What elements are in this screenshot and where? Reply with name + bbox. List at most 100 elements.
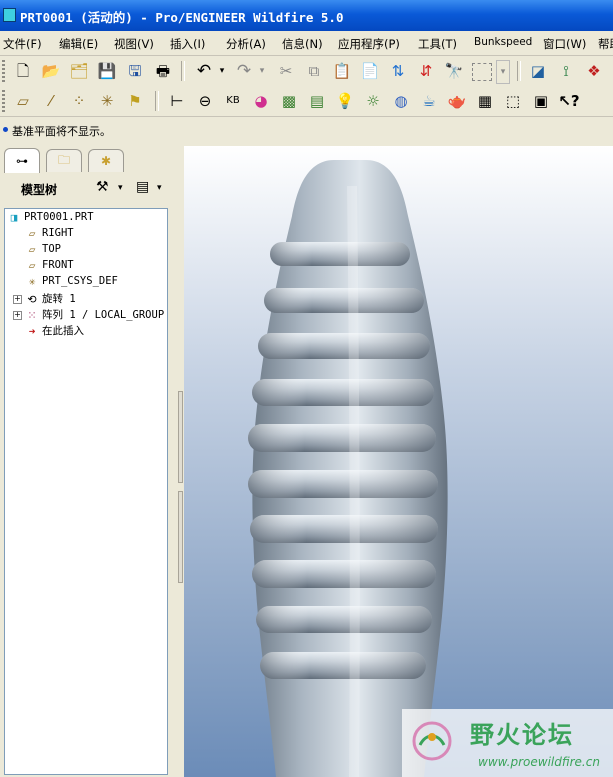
paste-special-icon[interactable]: 📄 — [359, 60, 381, 82]
repaint-icon[interactable]: ◪ — [527, 60, 549, 82]
tree-item-part[interactable]: ◨ PRT0001.PRT — [7, 211, 94, 227]
toolbar-separator — [181, 61, 185, 81]
toolbar-grip[interactable] — [2, 60, 5, 82]
tree-item-insert-here[interactable]: ➜ 在此插入 — [25, 323, 84, 339]
print-icon[interactable]: 🖶 — [152, 60, 174, 82]
undo-dropdown-icon[interactable]: ▾ — [217, 60, 227, 82]
scene-icon[interactable]: ▤ — [306, 90, 328, 112]
app-icon — [3, 8, 16, 22]
perspective-icon[interactable]: ☕ — [418, 90, 440, 112]
new-file-icon[interactable]: 🗋 — [12, 60, 34, 82]
part-icon: ◨ — [10, 211, 18, 224]
toolbar-grip[interactable] — [2, 90, 5, 112]
sash-handle-bottom[interactable] — [178, 491, 183, 583]
menu-bunkspeed[interactable]: Bunkspeed — [474, 36, 532, 48]
save-copy-icon[interactable]: 🖫 — [124, 60, 146, 82]
glow-icon[interactable]: ☼ — [362, 90, 384, 112]
tree-settings-dropdown-icon[interactable]: ▾ — [118, 183, 123, 203]
datum-point-display-icon[interactable]: ⁘ — [68, 90, 90, 112]
menu-view[interactable]: 视图(V) — [114, 36, 154, 52]
redo-dropdown-icon[interactable]: ▾ — [257, 60, 267, 82]
regen-manager-icon[interactable]: ⇵ — [415, 60, 437, 82]
model-render — [248, 160, 448, 777]
context-help-icon[interactable]: ↖? — [558, 90, 580, 112]
section-icon[interactable]: KB — [222, 90, 244, 112]
area-icon[interactable]: ⊖ — [194, 90, 216, 112]
toolbar-separator — [155, 91, 159, 111]
model-tree-icon: ⊶ — [16, 154, 28, 168]
tree-show-icon[interactable]: ▤ — [136, 179, 149, 199]
save-icon[interactable]: 💾 — [96, 60, 118, 82]
window-title: PRT0001 (活动的) - Pro/ENGINEER Wildfire 5.… — [20, 10, 344, 25]
sash-handle-top[interactable] — [178, 391, 183, 483]
tree-item-pattern[interactable]: ⁙ 阵列 1 / LOCAL_GROUP — [25, 307, 164, 323]
layer-icon[interactable]: ▣ — [530, 90, 552, 112]
tree-item-top[interactable]: ▱ TOP — [25, 243, 61, 259]
menu-info[interactable]: 信息(N) — [282, 36, 323, 52]
measure-icon[interactable]: ⊢ — [166, 90, 188, 112]
copy-icon[interactable]: ⧉ — [303, 60, 325, 82]
model-info-icon[interactable]: ▦ — [474, 90, 496, 112]
regenerate-icon[interactable]: ⇅ — [387, 60, 409, 82]
view-toolbar: ▱ ⁄ ⁘ ✳ ⚑ ⊢ ⊖ KB ◕ ▩ ▤ 💡 ☼ ◍ ☕ 🫖 ▦ ⬚ ▣ ↖… — [0, 86, 613, 116]
menu-insert[interactable]: 插入(I) — [170, 36, 205, 52]
menu-applications[interactable]: 应用程序(P) — [338, 36, 400, 52]
menu-bar: 文件(F) 编辑(E) 视图(V) 插入(I) 分析(A) 信息(N) 应用程序… — [0, 31, 613, 56]
model-tree: ◨ PRT0001.PRT ▱ RIGHT ▱ TOP ▱ FRONT ✳ PRT_CSY… — [4, 208, 168, 775]
tree-show-dropdown-icon[interactable]: ▾ — [157, 183, 162, 203]
navigator-panel: ⊶ 🗀 ✱ 模型树 ⚒ ▾ ▤ ▾ ◨ PRT0001.PRT ▱ RIGHT ▱ T… — [0, 146, 176, 777]
menu-analysis[interactable]: 分析(A) — [226, 36, 266, 52]
menu-window[interactable]: 窗口(W) — [543, 36, 586, 52]
tab-favorites[interactable]: ✱ — [88, 149, 124, 172]
menu-file[interactable]: 文件(F) — [3, 36, 42, 52]
expand-pattern-icon[interactable]: + — [13, 311, 22, 320]
find-icon[interactable]: 🔭 — [443, 60, 465, 82]
select-dropdown-icon[interactable]: ▾ — [496, 60, 510, 84]
insert-here-arrow-icon: ➜ — [28, 325, 36, 338]
model-tree-header: 模型树 ⚒ ▾ ▤ ▾ — [0, 174, 176, 206]
datum-plane-icon: ▱ — [28, 243, 36, 256]
gauss-icon[interactable]: ▩ — [278, 90, 300, 112]
tree-settings-icon[interactable]: ⚒ — [96, 179, 109, 199]
select-box-icon[interactable] — [472, 63, 492, 81]
info-dot-icon — [3, 127, 8, 132]
appearance-icon[interactable]: ◍ — [390, 90, 412, 112]
folder-browser-icon: 🗀 — [57, 152, 70, 167]
open-session-icon[interactable]: 🗂 — [68, 60, 90, 82]
named-view-icon[interactable]: ❖ — [583, 60, 605, 82]
datum-plane-icon: ▱ — [28, 259, 36, 272]
tree-item-right[interactable]: ▱ RIGHT — [25, 227, 74, 243]
graphics-window[interactable]: 野火论坛 www.proewildfire.cn — [184, 146, 613, 777]
forum-watermark: 野火论坛 www.proewildfire.cn — [402, 709, 613, 777]
csys-display-icon[interactable]: ✳ — [96, 90, 118, 112]
pattern-icon: ⁙ — [27, 309, 37, 322]
undo-icon[interactable]: ↶ — [193, 60, 215, 82]
curvature-icon[interactable]: ◕ — [250, 90, 272, 112]
orient-icon[interactable]: ⟟ — [555, 60, 577, 82]
open-folder-icon[interactable]: 📂 — [40, 60, 62, 82]
cut-icon[interactable]: ✂ — [275, 60, 297, 82]
tree-item-front[interactable]: ▱ FRONT — [25, 259, 74, 275]
view-manager-icon[interactable]: ⬚ — [502, 90, 524, 112]
datum-plane-icon: ▱ — [28, 227, 36, 240]
message-area: 基准平面将不显示。 — [0, 116, 613, 147]
annotation-display-icon[interactable]: ⚑ — [124, 90, 146, 112]
tree-item-revolve[interactable]: ⟲ 旋转 1 — [25, 291, 75, 307]
datum-plane-display-icon[interactable]: ▱ — [12, 90, 34, 112]
favorites-icon: ✱ — [100, 154, 112, 168]
menu-help[interactable]: 帮助 — [598, 36, 613, 52]
tree-item-csys[interactable]: ✳ PRT_CSYS_DEF — [25, 275, 118, 291]
lights-icon[interactable]: 💡 — [334, 90, 356, 112]
forum-logo-icon — [412, 721, 452, 761]
tab-model-tree[interactable]: ⊶ — [4, 148, 40, 173]
watermark-title: 野火论坛 — [470, 721, 574, 749]
datum-axis-display-icon[interactable]: ⁄ — [40, 90, 62, 112]
menu-edit[interactable]: 编辑(E) — [59, 36, 98, 52]
menu-tools[interactable]: 工具(T) — [418, 36, 457, 52]
panel-sash[interactable] — [176, 146, 184, 777]
tab-folder-browser[interactable]: 🗀 — [46, 149, 82, 172]
redo-icon[interactable]: ↷ — [233, 60, 255, 82]
paste-icon[interactable]: 📋 — [331, 60, 353, 82]
teapot-icon[interactable]: 🫖 — [446, 90, 468, 112]
expand-revolve-icon[interactable]: + — [13, 295, 22, 304]
